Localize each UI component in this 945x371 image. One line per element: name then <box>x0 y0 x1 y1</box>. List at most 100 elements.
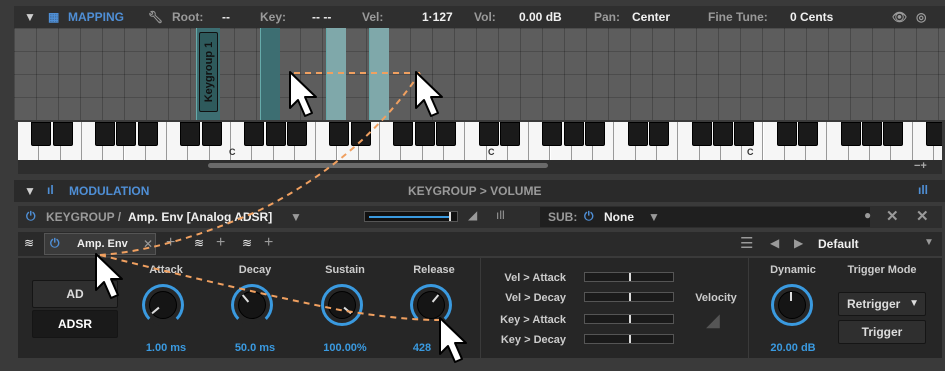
trigger-button[interactable]: Trigger <box>838 320 926 344</box>
vol-label: Vol: <box>474 10 496 24</box>
release-label: Release <box>413 264 455 276</box>
black-key[interactable] <box>925 122 942 146</box>
tab-amp-env[interactable]: ⏻ Amp. Env ✕ <box>44 233 156 255</box>
vel-attack-label: Vel > Attack <box>504 272 566 284</box>
finetune-value[interactable]: 0 Cents <box>790 10 833 24</box>
black-key[interactable] <box>180 122 201 146</box>
close-icon[interactable]: ✕ <box>916 207 929 225</box>
pan-value[interactable]: Center <box>632 10 670 24</box>
sub-value[interactable]: None <box>604 210 634 224</box>
black-key[interactable] <box>499 122 520 146</box>
key-decay-label: Key > Decay <box>500 334 566 346</box>
decay-knob[interactable] <box>231 284 273 326</box>
modulation-breadcrumb: KEYGROUP > VOLUME <box>408 184 542 198</box>
sustain-knob[interactable] <box>321 284 363 326</box>
key-value[interactable]: -- -- <box>312 10 331 24</box>
black-key[interactable] <box>95 122 116 146</box>
vol-value[interactable]: 0.00 dB <box>519 10 562 24</box>
power-icon[interactable]: ⏻ <box>26 209 36 224</box>
root-label: Root: <box>172 10 204 24</box>
close-icon[interactable]: ✕ <box>886 207 899 225</box>
key-attack-label: Key > Attack <box>500 314 566 326</box>
zoom-icon[interactable]: −+ <box>914 160 927 172</box>
keygroup-zone-highlight[interactable] <box>260 28 280 120</box>
piano-keyboard[interactable]: C C C <box>18 122 942 160</box>
mode-ad-button[interactable]: AD <box>32 280 118 308</box>
black-key[interactable] <box>798 122 818 146</box>
chevron-down-icon[interactable]: ▼ <box>290 210 302 224</box>
scrollbar-thumb[interactable] <box>208 163 548 168</box>
black-key[interactable] <box>883 122 904 146</box>
attack-knob[interactable] <box>142 284 184 326</box>
collapse-triangle-icon[interactable]: ▼ <box>24 10 36 24</box>
octave-label: C <box>747 147 754 157</box>
record-icon[interactable]: ● <box>864 208 871 222</box>
black-key[interactable] <box>286 122 307 146</box>
wrench-icon[interactable]: 🔧︎ <box>148 10 163 24</box>
settings-icon[interactable]: ◎ <box>916 10 926 24</box>
black-key[interactable] <box>861 122 882 146</box>
black-key[interactable] <box>542 122 563 146</box>
dynamic-knob[interactable] <box>771 284 813 326</box>
black-key[interactable] <box>393 122 414 146</box>
add-icon[interactable]: + <box>166 234 175 252</box>
black-key[interactable] <box>563 122 584 146</box>
black-key[interactable] <box>478 122 499 146</box>
black-key[interactable] <box>244 122 265 146</box>
black-key[interactable] <box>691 122 712 146</box>
eye-icon[interactable]: 👁︎ <box>892 10 907 24</box>
layers-icon[interactable]: ≋ <box>194 236 204 250</box>
power-icon[interactable]: ⏻ <box>584 209 594 224</box>
black-key[interactable] <box>201 122 222 146</box>
keygroup-zone[interactable]: Keygroup 1 <box>196 28 220 120</box>
black-key[interactable] <box>329 122 350 146</box>
menu-icon[interactable]: ☰ <box>740 234 753 252</box>
black-key[interactable] <box>627 122 648 146</box>
vel-attack-slider[interactable] <box>584 272 674 282</box>
vel-value[interactable]: 1·127 <box>422 10 453 24</box>
mode-adsr-button[interactable]: ADSR <box>32 310 118 338</box>
black-key[interactable] <box>31 122 52 146</box>
black-key[interactable] <box>648 122 669 146</box>
keygroup-prefix: KEYGROUP / <box>46 210 122 224</box>
chevron-down-icon[interactable]: ▼ <box>648 210 660 224</box>
power-icon[interactable]: ⏻ <box>50 236 60 251</box>
collapse-triangle-icon[interactable]: ▼ <box>24 184 36 198</box>
layers-icon[interactable]: ≋ <box>242 236 252 250</box>
black-key[interactable] <box>52 122 73 146</box>
trigger-mode-dropdown[interactable]: Retrigger ▼ <box>838 292 926 316</box>
keyboard-scrollbar[interactable]: −+ <box>18 160 942 174</box>
mapping-title: MAPPING <box>68 10 125 24</box>
add-icon[interactable]: + <box>264 234 273 252</box>
black-key[interactable] <box>734 122 755 146</box>
modulator-tab-row: ≋ ⏻ Amp. Env ✕ + ≋ + ≋ + ☰ ◀ ▶ Default ▼ <box>18 232 942 256</box>
bars-icon: ıll <box>496 208 505 222</box>
add-icon[interactable]: + <box>216 234 225 252</box>
black-key[interactable] <box>414 122 435 146</box>
black-key[interactable] <box>585 122 605 146</box>
black-key[interactable] <box>137 122 158 146</box>
chevron-down-icon[interactable]: ▼ <box>924 237 934 248</box>
key-decay-slider[interactable] <box>584 334 674 344</box>
layers-icon[interactable]: ≋ <box>24 236 34 250</box>
close-icon[interactable]: ✕ <box>143 237 153 251</box>
black-key[interactable] <box>116 122 137 146</box>
black-key[interactable] <box>776 122 797 146</box>
black-key[interactable] <box>840 122 861 146</box>
root-value[interactable]: -- <box>222 10 230 24</box>
key-label: Key: <box>260 10 287 24</box>
key-attack-slider[interactable] <box>584 314 674 324</box>
preset-value[interactable]: Default <box>818 237 859 251</box>
black-key[interactable] <box>712 122 733 146</box>
previous-icon[interactable]: ◀ <box>770 236 779 250</box>
black-key[interactable] <box>265 122 286 146</box>
vel-decay-slider[interactable] <box>584 292 674 302</box>
black-key[interactable] <box>435 122 456 146</box>
release-knob[interactable] <box>410 284 452 326</box>
black-key[interactable] <box>350 122 371 146</box>
keygroup-zone-grid[interactable]: Keygroup 1 <box>14 28 945 120</box>
envelope-name[interactable]: Amp. Env [Analog ADSR] <box>128 210 272 224</box>
keygroup-zone-highlight[interactable] <box>369 28 389 120</box>
next-icon[interactable]: ▶ <box>794 236 803 250</box>
keygroup-zone-highlight[interactable] <box>326 28 346 120</box>
